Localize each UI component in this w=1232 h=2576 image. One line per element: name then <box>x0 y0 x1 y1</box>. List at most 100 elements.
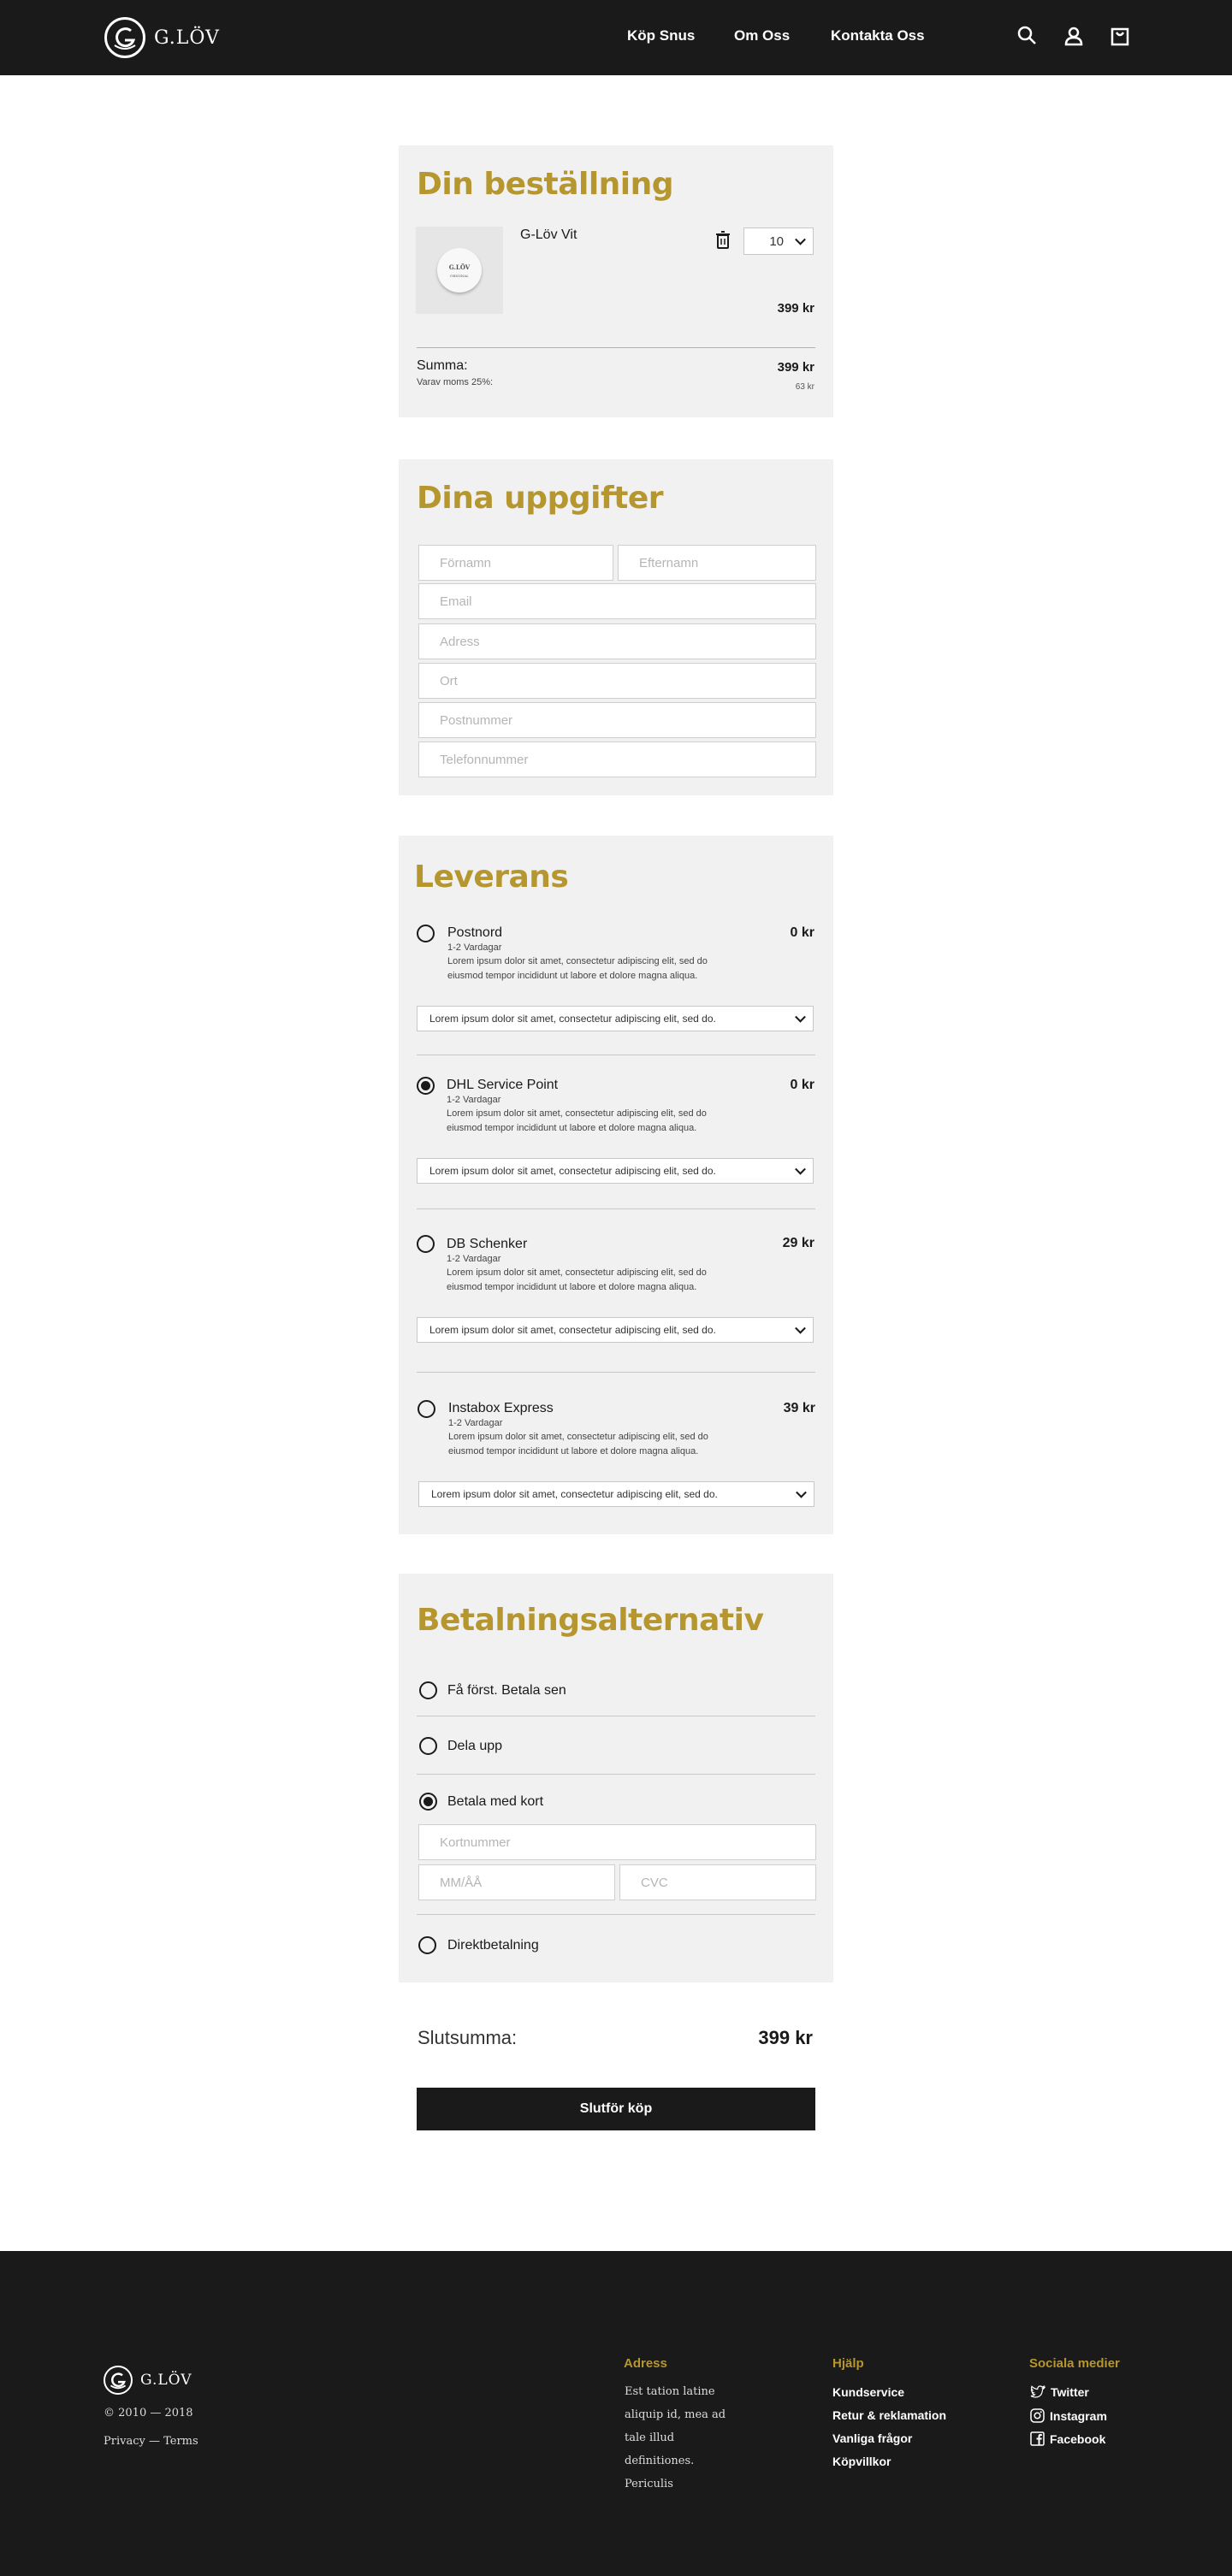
details-title: Dina uppgifter <box>417 481 664 516</box>
pickup-select-value: Lorem ipsum dolor sit amet, consectetur … <box>429 1165 716 1177</box>
payment-radio-pay-later[interactable] <box>419 1681 437 1699</box>
delivery-price: 39 kr <box>783 1401 815 1415</box>
delivery-name: Instabox Express <box>448 1401 554 1415</box>
payment-option-label: Direktbetalning <box>447 1938 539 1953</box>
footer-address-line: aliquip id, mea ad <box>625 2408 726 2421</box>
logo-mark-icon <box>104 17 145 58</box>
vat-value: 63 kr <box>795 382 814 392</box>
footer-link-kundservice[interactable]: Kundservice <box>832 2385 904 2399</box>
payment-radio-card[interactable] <box>419 1793 437 1811</box>
card-number-field[interactable] <box>418 1824 816 1860</box>
delivery-name: Postnord <box>447 925 503 940</box>
first-name-field[interactable] <box>418 545 613 581</box>
pickup-select-value: Lorem ipsum dolor sit amet, consectetur … <box>429 1324 716 1336</box>
delivery-time: 1-2 Vardagar <box>447 1095 501 1105</box>
total-label: Slutsumma: <box>418 2027 518 2048</box>
quantity-value: 10 <box>769 233 784 249</box>
logo-mark-icon <box>104 2366 133 2395</box>
pickup-select-value: Lorem ipsum dolor sit amet, consectetur … <box>431 1488 718 1500</box>
brand-logo[interactable]: G.LÖV <box>104 17 220 58</box>
total-value: 399 kr <box>758 2027 813 2048</box>
sum-label: Summa: <box>417 358 468 373</box>
delivery-name: DHL Service Point <box>447 1078 559 1092</box>
trash-icon[interactable] <box>715 231 731 254</box>
delivery-name: DB Schenker <box>447 1237 528 1251</box>
pickup-select[interactable]: Lorem ipsum dolor sit amet, consectetur … <box>417 1158 814 1184</box>
item-price: 399 kr <box>777 301 814 316</box>
address-field[interactable] <box>418 623 816 659</box>
user-icon[interactable] <box>1062 24 1086 48</box>
cart-icon[interactable] <box>1108 24 1132 48</box>
footer-help-title: Hjälp <box>832 2356 864 2371</box>
delivery-radio-db-schenker[interactable] <box>417 1235 435 1253</box>
nav-link-kontakta-oss[interactable]: Kontakta Oss <box>831 27 925 44</box>
delivery-desc: Lorem ipsum dolor sit amet, consectetur … <box>447 956 708 981</box>
delivery-time: 1-2 Vardagar <box>448 1418 503 1428</box>
pickup-select-value: Lorem ipsum dolor sit amet, consectetur … <box>429 1013 716 1025</box>
last-name-field[interactable] <box>618 545 816 581</box>
footer-social-title: Sociala medier <box>1029 2356 1120 2371</box>
order-divider <box>417 347 815 348</box>
top-navbar: G.LÖV Köp Snus Om Oss Kontakta Oss <box>0 0 1232 75</box>
payment-radio-direct[interactable] <box>418 1936 436 1954</box>
delivery-desc: Lorem ipsum dolor sit amet, consectetur … <box>447 1108 707 1133</box>
footer-link-retur[interactable]: Retur & reklamation <box>832 2408 946 2422</box>
delivery-title: Leverans <box>414 860 569 895</box>
payment-option-label: Få först. Betala sen <box>447 1683 566 1698</box>
city-field[interactable] <box>418 663 816 699</box>
footer-logo[interactable]: G.LÖV <box>104 2366 192 2395</box>
chevron-down-icon <box>795 1322 806 1334</box>
payment-option-label: Dela upp <box>447 1739 503 1753</box>
cvc-field[interactable] <box>619 1864 816 1900</box>
sum-value: 399 kr <box>777 360 814 375</box>
twitter-icon <box>1030 2385 1045 2398</box>
social-link-label: Facebook <box>1050 2431 1106 2446</box>
phone-field[interactable] <box>418 741 816 777</box>
expiry-field[interactable] <box>418 1864 615 1900</box>
delivery-radio-postnord[interactable] <box>417 925 435 942</box>
complete-purchase-button[interactable]: Slutför köp <box>417 2088 815 2130</box>
facebook-icon <box>1030 2431 1045 2446</box>
email-field[interactable] <box>418 583 816 619</box>
delivery-desc: Lorem ipsum dolor sit amet, consectetur … <box>447 1267 707 1292</box>
product-tin: G.LÖV ORIGINAL <box>437 248 482 292</box>
order-title: Din beställning <box>417 167 674 202</box>
search-icon[interactable] <box>1016 24 1040 48</box>
pickup-select[interactable]: Lorem ipsum dolor sit amet, consectetur … <box>418 1481 814 1507</box>
legal-links[interactable]: Privacy — Terms <box>104 2435 198 2448</box>
social-facebook[interactable]: Facebook <box>1030 2431 1105 2446</box>
footer-address-line: tale illud <box>625 2431 675 2444</box>
nav-link-om-oss[interactable]: Om Oss <box>734 27 790 44</box>
delivery-time: 1-2 Vardagar <box>447 942 502 953</box>
product-tin-label: ORIGINAL <box>450 273 469 278</box>
payment-divider <box>417 1914 815 1915</box>
delivery-radio-dhl[interactable] <box>417 1077 435 1095</box>
social-link-label: Twitter <box>1051 2385 1089 2399</box>
chevron-down-icon <box>795 1011 806 1023</box>
delivery-radio-instabox[interactable] <box>418 1400 435 1418</box>
footer-link-kopvillkor[interactable]: Köpvillkor <box>832 2455 891 2468</box>
payment-radio-split[interactable] <box>419 1737 437 1755</box>
delivery-time: 1-2 Vardagar <box>447 1254 501 1264</box>
payment-title: Betalningsalternativ <box>417 1603 764 1638</box>
copyright: © 2010 — 2018 <box>104 2407 193 2419</box>
pickup-select[interactable]: Lorem ipsum dolor sit amet, consectetur … <box>417 1006 814 1031</box>
pickup-select[interactable]: Lorem ipsum dolor sit amet, consectetur … <box>417 1317 814 1343</box>
payment-divider <box>417 1774 815 1775</box>
social-link-label: Instagram <box>1050 2408 1107 2423</box>
postcode-field[interactable] <box>418 702 816 738</box>
delivery-divider <box>417 1372 815 1373</box>
product-tin-brand: G.LÖV <box>448 263 471 271</box>
delivery-divider <box>417 1208 815 1209</box>
footer-link-faq[interactable]: Vanliga frågor <box>832 2431 912 2445</box>
social-twitter[interactable]: Twitter <box>1030 2385 1089 2399</box>
chevron-down-icon <box>795 1163 806 1175</box>
quantity-select[interactable]: 10 <box>743 227 814 255</box>
payment-option-label: Betala med kort <box>447 1794 544 1809</box>
social-instagram[interactable]: Instagram <box>1030 2408 1107 2423</box>
nav-link-kop-snus[interactable]: Köp Snus <box>627 27 695 44</box>
footer-address-title: Adress <box>624 2356 667 2371</box>
delivery-desc: Lorem ipsum dolor sit amet, consectetur … <box>448 1432 708 1456</box>
instagram-icon <box>1030 2408 1045 2423</box>
delivery-price: 29 kr <box>782 1236 814 1250</box>
